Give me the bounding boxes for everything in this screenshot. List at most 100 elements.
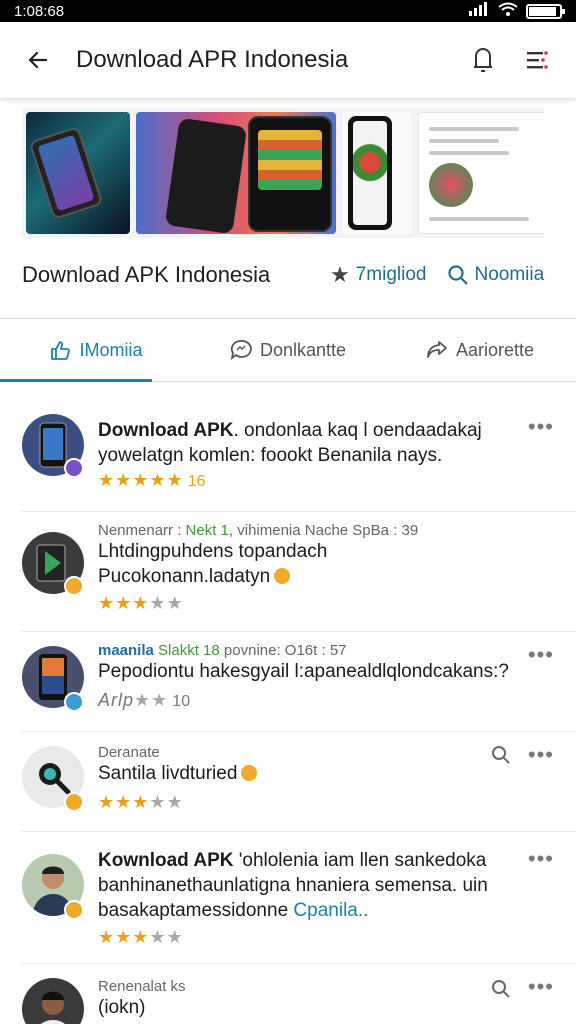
menu-button[interactable] (510, 22, 564, 98)
verified-badge-icon (64, 692, 84, 712)
chat-icon (230, 340, 252, 361)
review-text-2: Pucokonann.ladatyn (98, 564, 502, 589)
read-more-link[interactable]: Cpanila.. (293, 900, 368, 921)
review-meta: Nenmenarr : Nekt 1, vihimenia Nache SpBa… (98, 522, 419, 539)
star-filled-icon: ★ (166, 470, 184, 490)
star-filled-icon: ★ (115, 927, 133, 947)
share-icon (427, 341, 447, 358)
emoji-icon (241, 765, 258, 781)
back-button[interactable] (0, 22, 76, 98)
verified-badge-icon (64, 792, 84, 812)
star-filled-icon: ★ (132, 470, 150, 490)
review-text: Pepodiontu hakesgyail l:apanealdlqlondca… (98, 661, 509, 682)
battery-icon (526, 3, 565, 19)
tab-label: IMomiia (79, 339, 143, 360)
star-filled-icon: ★ (149, 470, 167, 490)
rating-count: 16 (187, 473, 206, 490)
star-empty-icon: ★ (149, 927, 167, 947)
avatar (22, 978, 84, 1024)
star-empty-icon: ★ (149, 593, 167, 613)
star-rating: ★★★★★ (98, 792, 502, 813)
status-bar: 1:08:68 (0, 0, 576, 22)
bell-icon (474, 48, 492, 72)
more-options-icon[interactable]: ••• (528, 974, 554, 1000)
app-bar: Download APR Indonesia (0, 22, 576, 98)
review-meta: maanila Slakkt 18 povnine: O16t : 57 (98, 642, 347, 659)
more-options-icon[interactable]: ••• (528, 742, 554, 768)
review-text-2: yowelatgn komlen: foookt Benanila nays. (98, 445, 443, 466)
star-empty-icon: ★ (149, 792, 167, 812)
emoji-icon (274, 568, 291, 584)
list-item[interactable]: Deranate Santila livdturied ★★★★★ ••• (22, 732, 576, 832)
rating-block: ★ 7migliod Noomiia (330, 262, 544, 288)
battery-level (529, 6, 556, 16)
search-link[interactable]: Noomiia (447, 264, 544, 286)
tab-0[interactable]: IMomiia (0, 319, 192, 382)
screenshot-3[interactable] (342, 112, 412, 234)
star-filled-icon: ★ (98, 792, 116, 812)
review-list: Download APK. ondonlaa kaq l oendaadakaj… (0, 394, 576, 1024)
list-menu-icon (527, 51, 548, 69)
review-text: (iokn) (98, 997, 146, 1018)
search-icon[interactable] (490, 744, 512, 771)
star-filled-icon: ★ (98, 593, 116, 613)
star-empty-icon: ★ (166, 927, 184, 947)
more-options-icon[interactable]: ••• (528, 642, 554, 668)
review-text: Download APK. ondonlaa kaq l oendaadakaj (98, 420, 482, 441)
review-text: Kownload APK 'ohlolenia iam llen sankedo… (98, 850, 487, 871)
signal-icon (468, 2, 490, 20)
star-filled-icon: ★ (115, 792, 133, 812)
thumb-icon (51, 341, 71, 360)
tab-label: Aariorette (455, 339, 535, 360)
more-options-icon[interactable]: ••• (528, 846, 554, 872)
arrow-left-icon (28, 51, 48, 69)
page-title: Download APR Indonesia (76, 46, 349, 73)
review-text-2: banhinanethaunlatigna hnaniera semensa. … (98, 875, 488, 896)
status-time: 1:08:68 (14, 2, 65, 20)
star-filled-icon: ★ (98, 470, 116, 490)
star-empty-icon: ★ (134, 690, 152, 710)
star-filled-icon: ★ (132, 792, 150, 812)
star-filled-icon: ★ (115, 470, 133, 490)
star-filled-icon: ★ (115, 593, 133, 613)
screenshot-carousel[interactable] (22, 108, 544, 238)
star-filled-icon: ★ (132, 927, 150, 947)
verified-badge-icon (64, 458, 84, 478)
rating-label: Arlp (98, 690, 135, 710)
list-item[interactable]: maanila Slakkt 18 povnine: O16t : 57 Pep… (22, 632, 576, 732)
review-text: Lhtdingpuhdens topandach (98, 541, 328, 562)
star-rating: ★★★★★ (98, 593, 502, 614)
list-item[interactable]: Renenalat ks (iokn) ••• (22, 964, 576, 1024)
review-text-3: basakaptamessidonne Cpanila.. (98, 900, 369, 921)
bookmark-button[interactable] (456, 22, 510, 98)
tab-2[interactable]: Aariorette (384, 319, 576, 381)
star-rating: ★★★★★ (98, 927, 516, 948)
star-empty-icon: ★ (166, 792, 184, 812)
app-title: Download APK Indonesia (22, 262, 271, 287)
search-icon[interactable] (490, 978, 512, 1005)
screenshot-4[interactable] (418, 112, 544, 234)
star-filled-icon: ★ (132, 593, 150, 613)
list-item[interactable]: Nenmenarr : Nekt 1, vihimenia Nache SpBa… (22, 512, 576, 632)
wifi-icon (498, 2, 518, 21)
verified-badge-icon (64, 576, 84, 596)
star-empty-icon: ★ (151, 690, 169, 710)
star-filled-icon: ★ (98, 927, 116, 947)
tab-bar: IMomiia Donlkantte Aariorette (0, 318, 576, 382)
review-text: Santila livdturied (98, 761, 502, 786)
review-meta: Deranate (98, 744, 160, 761)
list-item[interactable]: Download APK. ondonlaa kaq l oendaadakaj… (22, 394, 576, 512)
more-options-icon[interactable]: ••• (528, 414, 554, 440)
screenshot-2[interactable] (136, 112, 336, 234)
status-icons (468, 2, 565, 21)
star-rating: ★★★★★ 16 (98, 470, 502, 491)
tab-label: Donlkantte (259, 339, 347, 360)
list-item[interactable]: Kownload APK 'ohlolenia iam llen sankedo… (22, 832, 576, 964)
verified-badge-icon (64, 900, 84, 920)
screenshot-1[interactable] (26, 112, 130, 234)
tab-1[interactable]: Donlkantte (192, 319, 384, 381)
rating-count: 10 (172, 693, 191, 710)
star-empty-icon: ★ (166, 593, 184, 613)
rating-text: 7migliod (355, 264, 427, 285)
star-icon: ★ (330, 262, 350, 287)
